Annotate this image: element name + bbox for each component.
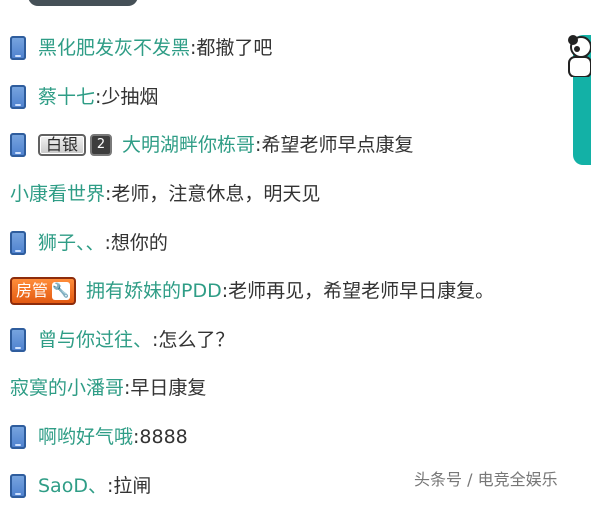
chat-list: 黑化肥发灰不发黑 : 都撤了吧 蔡十七 : 少抽烟 白银 2 大明湖畔你栋哥 :… — [10, 24, 570, 510]
mobile-phone-icon — [10, 425, 26, 450]
badge-label: 房管 — [16, 281, 49, 301]
message-text: 都撤了吧 — [196, 37, 273, 60]
message-text: 怎么了？ — [158, 328, 235, 351]
top-decoration — [28, 0, 138, 6]
chat-message: 啊哟好气哦 : 8888 — [10, 413, 570, 462]
chat-message: 白银 2 大明湖畔你栋哥 : 希望老师早点康复 — [10, 121, 570, 170]
admin-badge: 房管 🔧 — [10, 277, 77, 306]
message-text: 8888 — [139, 426, 188, 449]
watermark: 头条号 / 电竞全娱乐 — [414, 470, 558, 489]
username[interactable]: 狮子、、 — [38, 231, 105, 255]
message-text: 想你的 — [110, 231, 168, 254]
username[interactable]: 拥有娇妹的PDD — [86, 279, 222, 303]
chat-message: 寂寞的小潘哥 : 早日康复 — [10, 364, 570, 413]
username[interactable]: 大明湖畔你栋哥 — [122, 133, 255, 157]
username[interactable]: 蔡十七 — [38, 85, 95, 109]
chat-message: 房管 🔧 拥有娇妹的PDD : 老师再见，希望老师早日康复。 — [10, 267, 570, 316]
mobile-phone-icon — [10, 473, 26, 498]
message-text: 老师，注意休息，明天见 — [111, 183, 321, 206]
mobile-phone-icon — [10, 230, 26, 255]
chat-message: 蔡十七 : 少抽烟 — [10, 73, 570, 122]
mobile-phone-icon — [10, 327, 26, 352]
message-text: 少抽烟 — [101, 85, 159, 108]
username[interactable]: 寂寞的小潘哥 — [10, 376, 124, 400]
silver-badge: 白银 2 — [38, 133, 113, 157]
mobile-phone-icon — [10, 84, 26, 109]
message-text: 早日康复 — [130, 377, 207, 400]
mobile-phone-icon — [10, 133, 26, 158]
message-text: 拉闸 — [113, 474, 152, 497]
mobile-phone-icon — [10, 36, 26, 61]
chat-message: 黑化肥发灰不发黑 : 都撤了吧 — [10, 24, 570, 73]
badge-label: 白银 — [38, 134, 87, 157]
username[interactable]: 小康看世界 — [10, 182, 105, 206]
username[interactable]: 曾与你过往、 — [38, 328, 152, 352]
chat-message: 狮子、、 : 想你的 — [10, 218, 570, 267]
wrench-icon: 🔧 — [52, 282, 71, 301]
username[interactable]: 啊哟好气哦 — [38, 425, 133, 449]
username[interactable]: SaoD、 — [38, 474, 107, 498]
message-text: 希望老师早点康复 — [261, 134, 414, 157]
chat-message: 曾与你过往、 : 怎么了？ — [10, 316, 570, 365]
badge-level: 2 — [90, 134, 113, 157]
top-bar — [0, 0, 591, 8]
username[interactable]: 黑化肥发灰不发黑 — [38, 36, 190, 60]
message-text: 老师再见，希望老师早日康复。 — [228, 280, 495, 303]
chat-message: 小康看世界 : 老师，注意休息，明天见 — [10, 170, 570, 219]
